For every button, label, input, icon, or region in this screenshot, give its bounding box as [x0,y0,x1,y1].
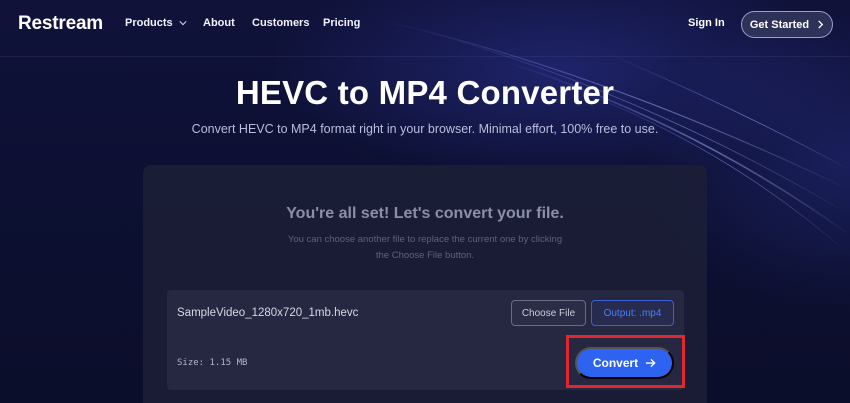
nav-item-label: Customers [252,17,310,29]
nav-item-customers[interactable]: Customers [252,17,309,29]
nav-divider [0,56,850,57]
top-navigation: Restream Products About Customers Pricin… [0,0,850,50]
nav-item-label: Products [125,17,173,29]
nav-item-about[interactable]: About [203,17,235,29]
chevron-down-icon [179,21,187,26]
get-started-button[interactable]: Get Started [741,11,833,38]
restream-logo[interactable]: Restream [18,13,103,35]
file-size: Size: 1.15 MB [177,358,248,368]
output-format-button[interactable]: Output: .mp4 [591,300,674,326]
nav-item-label: About [203,17,235,29]
nav-item-label: Pricing [323,17,361,29]
nav-item-pricing[interactable]: Pricing [323,17,360,29]
card-title: You're all set! Let's convert your file. [286,205,564,222]
page-subtitle: Convert HEVC to MP4 format right in your… [191,122,659,136]
choose-file-button[interactable]: Choose File [511,300,586,326]
highlight-box [566,335,685,388]
card-description: You can choose another file to replace t… [287,234,563,261]
file-name: SampleVideo_1280x720_1mb.hevc [177,307,359,319]
chevron-right-icon [818,20,824,29]
get-started-label: Get Started [749,18,810,31]
page-title: HEVC to MP4 Converter [235,74,615,111]
sign-in-link[interactable]: Sign In [688,17,725,29]
nav-item-products[interactable]: Products [125,17,187,29]
